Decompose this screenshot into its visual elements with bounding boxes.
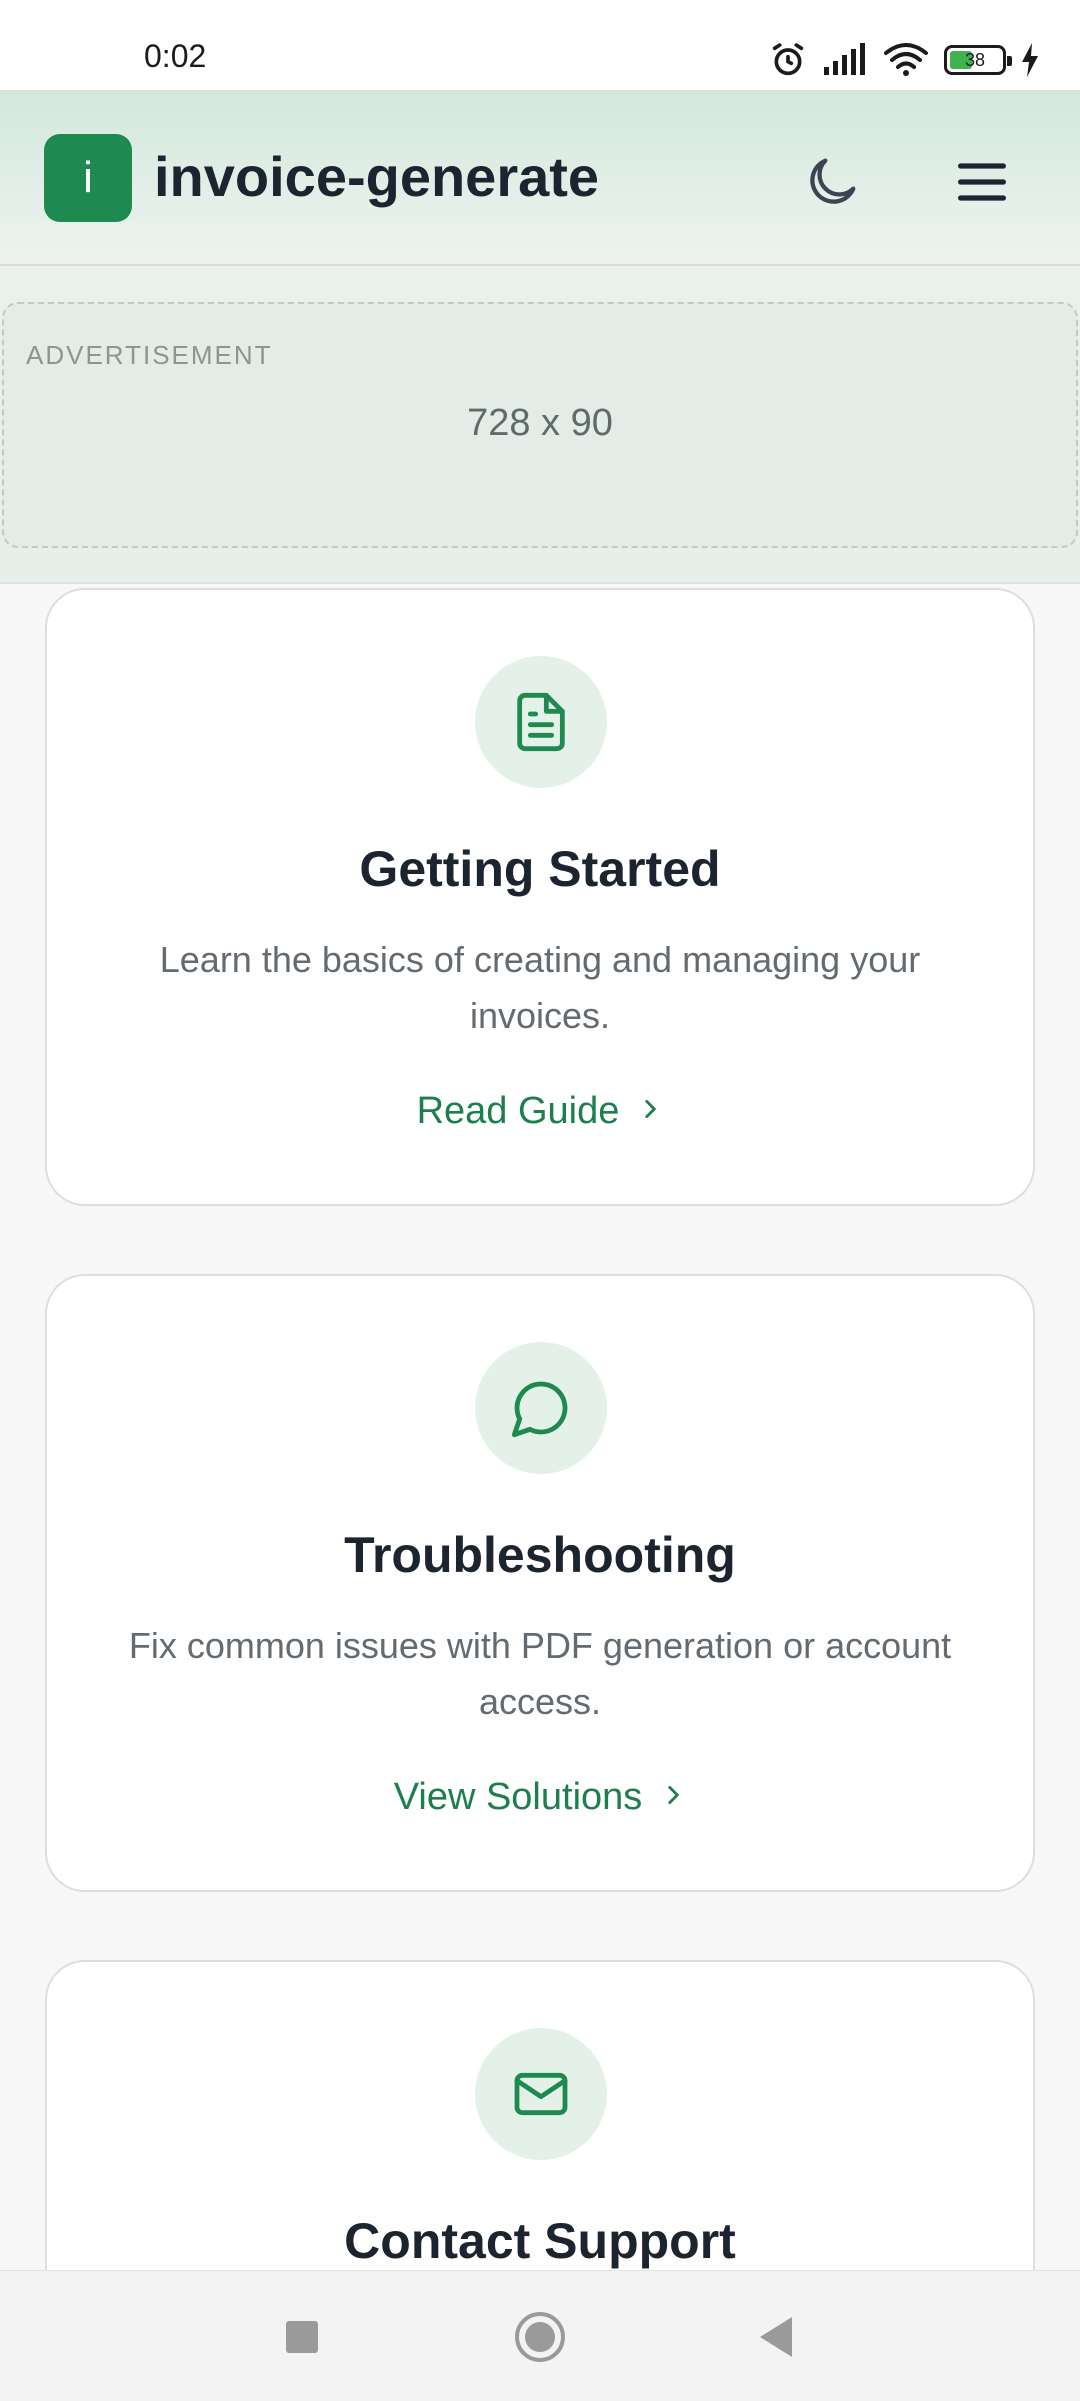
logo[interactable]: i xyxy=(44,134,132,222)
battery-level: 38 xyxy=(964,50,986,70)
system-navigation-bar xyxy=(0,2270,1080,2401)
ad-label: ADVERTISEMENT xyxy=(26,340,273,370)
chevron-right-icon xyxy=(660,1777,686,1820)
site-header: i invoice-generate xyxy=(0,90,1080,266)
status-bar: 0:02 38 xyxy=(0,0,1080,90)
back-button[interactable] xyxy=(756,2315,796,2359)
signal-icon xyxy=(824,43,865,75)
card-icon-circle xyxy=(475,1342,607,1474)
chevron-right-icon xyxy=(637,1091,663,1134)
wifi-icon xyxy=(884,43,928,76)
charging-icon xyxy=(1022,43,1038,77)
envelope-icon xyxy=(514,2072,568,2116)
back-triangle-icon xyxy=(760,2317,792,2357)
hamburger-menu-icon xyxy=(958,163,1006,201)
status-icons: 38 xyxy=(768,38,1040,82)
link-label: View Solutions xyxy=(393,1776,643,1818)
document-icon xyxy=(517,692,565,752)
chat-bubble-icon xyxy=(511,1381,568,1438)
card-title: Contact Support xyxy=(344,2213,736,2269)
recents-button[interactable] xyxy=(286,2321,318,2353)
card-title: Getting Started xyxy=(359,841,721,897)
home-circle-icon xyxy=(515,2312,565,2362)
moon-icon xyxy=(810,158,856,204)
ad-size: 728 x 90 xyxy=(467,402,613,444)
card-icon-circle xyxy=(475,656,607,788)
advertisement-banner[interactable]: ADVERTISEMENT 728 x 90 xyxy=(2,302,1078,548)
card-description: Learn the basics of creating and managin… xyxy=(159,939,921,1036)
card-description: Fix common issues with PDF generation or… xyxy=(128,1625,952,1722)
card-icon-circle xyxy=(475,2028,607,2160)
view-solutions-link[interactable]: View Solutions xyxy=(47,1776,1033,1820)
brand-name[interactable]: invoice-generate xyxy=(154,144,599,209)
home-button[interactable] xyxy=(514,2311,566,2363)
battery-icon: 38 xyxy=(944,45,1012,75)
read-guide-link[interactable]: Read Guide xyxy=(47,1090,1033,1134)
card-title: Troubleshooting xyxy=(344,1527,736,1583)
help-card-troubleshooting: Troubleshooting Fix common issues with P… xyxy=(45,1274,1035,1892)
help-card-getting-started: Getting Started Learn the basics of crea… xyxy=(45,588,1035,1206)
status-time: 0:02 xyxy=(144,38,207,74)
theme-toggle-button[interactable] xyxy=(800,150,864,214)
alarm-icon xyxy=(772,43,804,76)
menu-button[interactable] xyxy=(950,150,1014,214)
advertisement-area: ADVERTISEMENT 728 x 90 xyxy=(0,266,1080,584)
link-label: Read Guide xyxy=(416,1090,620,1132)
